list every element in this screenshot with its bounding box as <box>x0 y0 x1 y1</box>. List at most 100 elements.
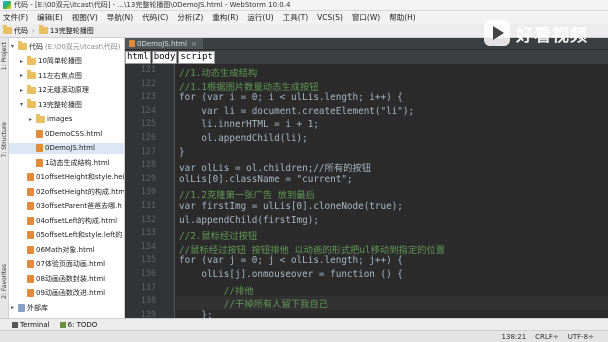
favorites-tool-tab[interactable]: 2: Favorites <box>1 264 8 299</box>
html-file-icon <box>36 144 43 152</box>
close-tab-icon[interactable]: × <box>191 40 197 48</box>
tree-folder[interactable]: ▾ 代码 (E:\00双元\itcast\代码) <box>9 41 120 52</box>
breadcrumb-html[interactable]: html <box>125 51 151 64</box>
tree-item-label: 13完整轮播图 <box>38 100 82 109</box>
line-number: 131 <box>140 201 156 211</box>
expand-arrow-icon[interactable]: ▸ <box>20 87 27 94</box>
code-line[interactable]: for (var i = 0; i < ulLis.length; i++) { <box>179 92 403 103</box>
tree-file[interactable]: 02offsetHeight的构成.htm <box>9 186 124 197</box>
html-file-icon <box>129 40 135 47</box>
tree-folder[interactable]: ▸ 11左右焦点图 <box>9 70 82 81</box>
tree-file[interactable]: 1动态生成结构.html <box>9 157 110 168</box>
line-separator[interactable]: CRLF÷ <box>535 333 559 341</box>
code-line[interactable]: var li = document.createElement("li"); <box>179 106 414 117</box>
code-breadcrumb-bar: html body script <box>125 50 608 64</box>
breadcrumb-body[interactable]: body <box>151 51 178 64</box>
tree-item-label: 08动画函数封装.html <box>36 274 106 283</box>
code-text: }; <box>201 309 213 318</box>
tree-file[interactable]: 08动画函数封装.html <box>9 273 105 284</box>
expand-arrow-icon[interactable]: ▸ <box>11 304 18 311</box>
left-tool-strip: 1: Project 7: Structure 2: Favorites <box>0 38 9 318</box>
html-file-icon <box>27 216 34 225</box>
code-line[interactable]: ol.appendChild(li); <box>179 133 307 144</box>
line-number: 124 <box>140 105 156 116</box>
code-line[interactable]: //鼠标经过按钮 按钮排他 以动画的形式把ul移动到指定的位置 <box>179 242 445 256</box>
expand-arrow-icon[interactable]: ▸ <box>29 116 36 123</box>
tree-file[interactable]: 03offsetParent爸爸去哪.h <box>9 201 122 212</box>
expand-arrow-icon[interactable]: ▸ <box>20 58 27 65</box>
code-line[interactable]: for (var j = 0; j < olLis.length; j++) { <box>179 255 403 266</box>
tree-file[interactable]: 01offsetHeight和style.hei <box>9 172 124 183</box>
code-comment: //2.鼠标经过按钮 <box>179 231 258 243</box>
menu-item[interactable]: 窗口(W) <box>352 12 380 23</box>
expand-arrow-icon[interactable]: ▾ <box>11 43 18 50</box>
folder-icon <box>38 25 48 34</box>
tree-folder[interactable]: ▸ 12无缝滚动原理 <box>9 84 89 96</box>
tree-file[interactable]: 06Math对象.html <box>9 244 95 255</box>
tree-file[interactable]: 05offsetLeft和style.left的 <box>9 230 122 241</box>
tree-folder[interactable]: ▾ 13完整轮播图 <box>9 99 82 110</box>
menu-item[interactable]: 重构(R) <box>212 12 238 23</box>
code-comment: //1.动态生成结构 <box>179 68 258 79</box>
tree-file[interactable]: 07体验页面动画.html <box>9 259 105 270</box>
tree-file[interactable]: 0DemoCSS.html <box>9 128 102 139</box>
line-number: 137 <box>140 282 156 293</box>
todo-tab[interactable]: 6: TODO <box>59 321 97 329</box>
video-watermark: 好看视频 <box>484 18 602 48</box>
menu-item[interactable]: 代码(C) <box>142 12 168 23</box>
code-line[interactable]: //1.1根据图片数量动态生成按钮 <box>179 79 319 93</box>
code-line-current[interactable]: //干掉所有人留下我自己 <box>176 296 608 311</box>
project-tool-tab[interactable]: 1: Project <box>1 42 8 70</box>
code-line[interactable]: var firstImg = ulLis[0].cloneNode(true); <box>179 201 403 212</box>
tree-file[interactable]: 09动画函数改进.html <box>9 288 105 299</box>
code-line[interactable]: //排他 <box>179 283 254 297</box>
code-line[interactable]: }; <box>179 309 213 318</box>
code-line[interactable]: //1.2克隆第一张广告 放到最后 <box>179 187 315 201</box>
line-number: 125 <box>140 119 156 130</box>
menu-item[interactable]: VCS(S) <box>317 13 343 22</box>
code-line[interactable]: var olLis = ol.children;//所有的按钮 <box>179 160 371 174</box>
menu-item[interactable]: 文件(F) <box>3 12 28 23</box>
tree-folder[interactable]: ▸ 外部库 <box>9 302 48 313</box>
menu-item[interactable]: 运行(U) <box>247 12 273 23</box>
code-line[interactable]: li.innerHTML = i + 1; <box>179 119 319 130</box>
html-file-icon <box>27 289 34 297</box>
nav-crumb-root[interactable]: 代码 <box>3 25 28 36</box>
code-editor[interactable]: //1.动态生成结构 //1.1根据图片数量动态生成按钮 for (var i = … <box>176 64 608 318</box>
tree-folder[interactable]: ▸ 10简单轮播图 <box>9 55 82 67</box>
menu-item[interactable]: 导航(N) <box>107 12 133 23</box>
tree-item-label: 09动画函数改进.html <box>36 289 106 297</box>
file-encoding[interactable]: UTF-8÷ <box>568 333 594 341</box>
expand-arrow-icon[interactable]: ▾ <box>20 101 27 108</box>
code-line[interactable]: //2.鼠标经过按钮 <box>179 228 257 242</box>
code-comment: //1.1根据图片数量动态生成按钮 <box>179 81 319 93</box>
code-line[interactable]: ul.appendChild(firstImg); <box>179 215 319 226</box>
menu-item[interactable]: 帮助(H) <box>389 12 416 23</box>
html-file-icon <box>27 231 34 239</box>
terminal-tab[interactable]: Terminal <box>12 321 50 329</box>
crumb-separator: › <box>32 26 35 35</box>
library-icon <box>18 303 25 312</box>
line-number: 128 <box>140 160 156 171</box>
code-text: for (var j = 0; j < olLis.length; j++) { <box>179 255 403 267</box>
code-line[interactable]: } <box>179 147 185 158</box>
folder-icon <box>3 25 12 34</box>
code-line[interactable]: olLis[0].className = "current"; <box>179 174 353 185</box>
code-line[interactable]: olLis[j].onmouseover = function () { <box>179 269 403 280</box>
menu-item[interactable]: 工具(T) <box>283 12 308 23</box>
code-line[interactable]: //1.动态生成结构 <box>179 65 257 79</box>
caret-position[interactable]: 138:21 <box>502 333 527 341</box>
expand-arrow-icon[interactable]: ▸ <box>20 72 27 79</box>
tree-file[interactable]: 04offsetLeft的构成.html <box>9 215 117 226</box>
structure-tool-tab[interactable]: 7: Structure <box>1 122 8 158</box>
menu-item[interactable]: 分析(Z) <box>177 12 203 23</box>
nav-crumb-folder[interactable]: 13完整轮播图 <box>38 25 94 36</box>
breadcrumb-script[interactable]: script <box>178 51 215 64</box>
editor-tab-active[interactable]: 0DemoJS.html × <box>125 38 203 49</box>
tree-folder[interactable]: ▸ images <box>9 113 72 125</box>
menu-item[interactable]: 编辑(E) <box>37 12 63 23</box>
folder-icon <box>27 84 36 94</box>
menu-item[interactable]: 视图(V) <box>72 12 98 23</box>
tree-file[interactable]: 0DemoJS.html <box>9 142 124 154</box>
